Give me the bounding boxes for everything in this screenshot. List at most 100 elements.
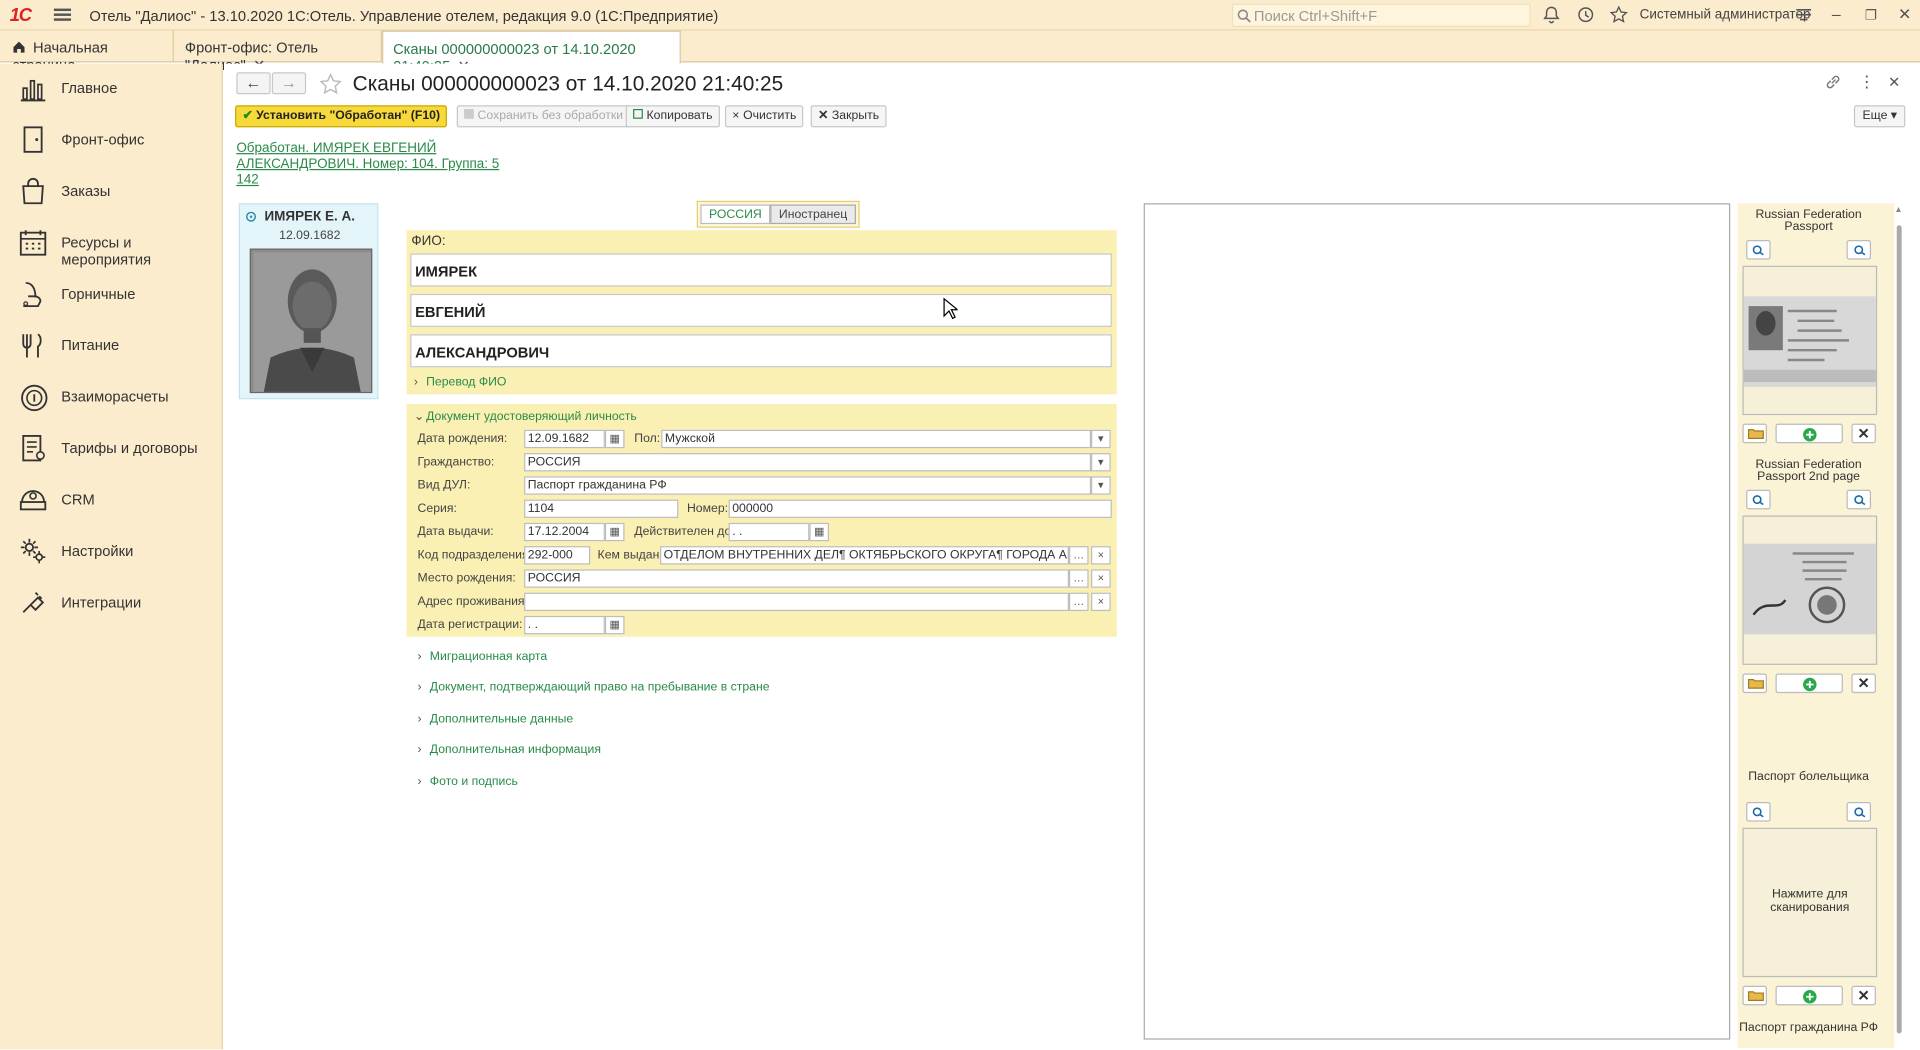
- dropdown-arrow-icon[interactable]: ▾: [1091, 453, 1111, 472]
- thumbnails-scrollbar[interactable]: ▲: [1894, 203, 1904, 1048]
- number-input[interactable]: 000000: [728, 499, 1112, 518]
- window-close-button[interactable]: ✕: [1898, 5, 1911, 25]
- calendar-picker-icon[interactable]: ▦: [604, 522, 625, 542]
- forward-button[interactable]: →: [271, 72, 307, 95]
- sidebar-item-main[interactable]: Главное: [0, 64, 223, 113]
- add-scan-button[interactable]: [1775, 423, 1843, 444]
- passport-scan-thumbnail[interactable]: [1742, 265, 1878, 416]
- select-ellipsis-button[interactable]: …: [1068, 592, 1089, 612]
- sidebar-item-crm[interactable]: CRM: [0, 475, 223, 524]
- folder-icon[interactable]: [1742, 673, 1767, 694]
- guest-photo-card[interactable]: ИМЯРЕК Е. А. 12.09.1682: [238, 203, 379, 400]
- sidebar-item-integrations[interactable]: Интеграции: [0, 578, 223, 627]
- scan-icon[interactable]: [1846, 802, 1872, 822]
- sidebar-item-orders[interactable]: Заказы: [0, 167, 223, 216]
- section-residence-permit[interactable]: › Документ, подтверждающий право на пребы…: [418, 681, 770, 694]
- first-name-field[interactable]: ЕВГЕНИЙ: [410, 293, 1112, 327]
- tab-home[interactable]: Начальная страница: [0, 30, 174, 73]
- issue-date-input[interactable]: 17.12.2004: [524, 522, 605, 542]
- history-icon[interactable]: [1576, 5, 1596, 25]
- maximize-button[interactable]: ❐: [1865, 7, 1877, 24]
- birth-place-input[interactable]: РОССИЯ: [524, 569, 1069, 588]
- scrollbar-thumb[interactable]: [1896, 225, 1902, 1034]
- minimize-button[interactable]: –: [1832, 5, 1841, 23]
- id-doc-collapse-toggle[interactable]: ⌄ Документ удостоверяющий личность: [414, 410, 637, 423]
- dropdown-arrow-icon[interactable]: ▾: [1091, 476, 1111, 495]
- section-additional-data[interactable]: › Дополнительные данные: [418, 713, 574, 726]
- add-scan-button[interactable]: [1775, 673, 1843, 694]
- address-input[interactable]: [524, 592, 1069, 612]
- settings-menu-icon[interactable]: [1794, 5, 1814, 25]
- clear-x-icon[interactable]: ×: [1091, 592, 1111, 612]
- section-migration-card[interactable]: › Миграционная карта: [418, 650, 548, 663]
- back-button[interactable]: ←: [236, 72, 271, 95]
- middle-name-field[interactable]: АЛЕКСАНДРОВИЧ: [410, 334, 1112, 368]
- passport-page2-thumbnail[interactable]: [1742, 515, 1878, 665]
- sidebar-item-maids[interactable]: Горничные: [0, 269, 223, 318]
- sidebar-item-settlements[interactable]: Взаиморасчеты: [0, 372, 223, 421]
- close-button[interactable]: ✕ Закрыть: [810, 105, 887, 128]
- citizenship-select[interactable]: РОССИЯ: [524, 453, 1092, 472]
- delete-scan-button[interactable]: ✕: [1851, 985, 1876, 1006]
- folder-icon[interactable]: [1742, 985, 1767, 1006]
- clear-button[interactable]: × Очистить: [724, 105, 804, 128]
- global-search-input[interactable]: Поиск Ctrl+Shift+F: [1231, 3, 1531, 27]
- link-icon[interactable]: [1825, 73, 1842, 90]
- section-photo-signature[interactable]: › Фото и подпись: [418, 775, 518, 788]
- more-actions-icon[interactable]: ⋮: [1859, 72, 1875, 92]
- series-input[interactable]: 1104: [524, 499, 679, 518]
- fan-passport-thumbnail[interactable]: Нажмите для сканирования: [1742, 827, 1878, 978]
- clear-x-icon[interactable]: ×: [1091, 546, 1111, 565]
- more-button[interactable]: Еще ▾: [1853, 105, 1906, 128]
- delete-scan-button[interactable]: ✕: [1851, 673, 1876, 694]
- select-ellipsis-button[interactable]: …: [1068, 546, 1089, 565]
- select-ellipsis-button[interactable]: …: [1068, 569, 1089, 588]
- scan-icon[interactable]: [1746, 802, 1771, 822]
- main-menu-icon[interactable]: [53, 6, 72, 23]
- current-user[interactable]: Системный администратор: [1640, 7, 1811, 22]
- bell-icon[interactable]: [1542, 5, 1562, 25]
- status-link[interactable]: Обработан. ИМЯРЕК ЕВГЕНИЙ АЛЕКСАНДРОВИЧ.…: [236, 141, 499, 189]
- dropdown-arrow-icon[interactable]: ▾: [1091, 429, 1111, 449]
- favorites-star-icon[interactable]: [1609, 5, 1629, 25]
- section-additional-info[interactable]: › Дополнительная информация: [418, 743, 601, 756]
- save-without-processing-button[interactable]: Сохранить без обработки: [456, 105, 631, 128]
- clear-x-icon[interactable]: ×: [1091, 569, 1111, 588]
- issued-by-input[interactable]: ОТДЕЛОМ ВНУТРЕННИХ ДЕЛ¶ ОКТЯБРЬСКОГО ОКР…: [660, 546, 1069, 565]
- sidebar-item-tariffs[interactable]: Тарифы и договоры: [0, 424, 223, 473]
- add-scan-button[interactable]: [1775, 985, 1843, 1006]
- scan-preview-area[interactable]: [1143, 203, 1731, 1040]
- tab-front-office[interactable]: Фронт-офис: Отель "Далиос"✕: [175, 30, 383, 73]
- calendar-picker-icon[interactable]: ▦: [604, 615, 625, 635]
- set-processed-button[interactable]: ✔ Установить "Обработан" (F10): [235, 105, 448, 128]
- copy-button[interactable]: Копировать: [625, 105, 720, 128]
- delete-scan-button[interactable]: ✕: [1851, 423, 1876, 444]
- sidebar-item-food[interactable]: Питание: [0, 321, 223, 370]
- scan-icon[interactable]: [1846, 489, 1872, 510]
- fio-translate-toggle[interactable]: › Перевод ФИО: [414, 376, 507, 389]
- valid-until-label: Действителен до:: [634, 525, 735, 539]
- scan-icon[interactable]: [1846, 240, 1872, 260]
- last-name-field[interactable]: ИМЯРЕК: [410, 253, 1112, 287]
- dept-code-input[interactable]: 292-000: [524, 546, 591, 565]
- calendar-picker-icon[interactable]: ▦: [604, 429, 625, 449]
- birth-date-input[interactable]: 12.09.1682: [524, 429, 605, 449]
- sidebar-item-front-office[interactable]: Фронт-офис: [0, 115, 223, 164]
- valid-until-input[interactable]: . .: [728, 522, 810, 542]
- form-close-icon[interactable]: ✕: [1888, 73, 1900, 90]
- set-processed-label: Установить "Обработан" (F10): [256, 108, 441, 123]
- scroll-up-icon[interactable]: ▲: [1894, 206, 1902, 215]
- calendar-picker-icon[interactable]: ▦: [809, 522, 829, 542]
- reg-date-input[interactable]: . .: [524, 615, 605, 635]
- tab-scans[interactable]: Сканы 000000000023 от 14.10.2020 21:40:2…: [382, 30, 681, 75]
- sex-select[interactable]: Мужской: [661, 429, 1092, 449]
- russia-toggle[interactable]: РОССИЯ: [700, 204, 771, 225]
- doc-type-select[interactable]: Паспорт гражданина РФ: [524, 476, 1092, 495]
- folder-icon[interactable]: [1742, 423, 1767, 444]
- sidebar-item-settings[interactable]: Настройки: [0, 527, 223, 576]
- sidebar-item-resources[interactable]: Ресурсы и мероприятия: [0, 218, 223, 268]
- foreigner-toggle[interactable]: Иностранец: [770, 204, 856, 225]
- scan-icon[interactable]: [1746, 240, 1771, 260]
- scan-icon[interactable]: [1746, 489, 1771, 510]
- favorite-star-icon[interactable]: [318, 72, 342, 96]
